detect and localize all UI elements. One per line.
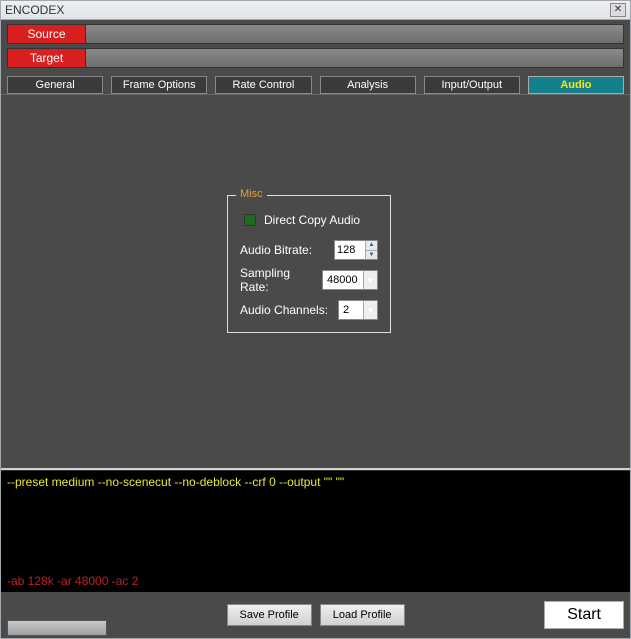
bitrate-row: Audio Bitrate: ▲ ▼	[240, 240, 378, 260]
channels-row: Audio Channels: 2 ▼	[240, 300, 378, 320]
source-row: Source	[7, 24, 624, 44]
tab-analysis[interactable]: Analysis	[320, 76, 416, 94]
direct-copy-label: Direct Copy Audio	[264, 213, 378, 227]
tab-audio[interactable]: Audio	[528, 76, 624, 94]
source-path-field[interactable]	[85, 24, 624, 44]
caret-down-icon[interactable]: ▼	[363, 301, 377, 319]
tab-bar: General Frame Options Rate Control Analy…	[1, 74, 630, 94]
target-button[interactable]: Target	[7, 48, 85, 68]
target-row: Target	[7, 48, 624, 68]
tab-rate-control[interactable]: Rate Control	[215, 76, 311, 94]
caret-down-icon[interactable]: ▼	[363, 271, 377, 289]
commandline-panel: --preset medium --no-scenecut --no-deblo…	[1, 470, 630, 592]
source-button[interactable]: Source	[7, 24, 85, 44]
save-profile-button[interactable]: Save Profile	[226, 604, 311, 626]
sampling-label: Sampling Rate:	[240, 266, 322, 294]
bitrate-spinner[interactable]: ▲ ▼	[365, 241, 377, 259]
footer: Save Profile Load Profile Start	[1, 592, 630, 638]
file-rows: Source Target	[1, 20, 630, 74]
chevron-up-icon[interactable]: ▲	[366, 241, 377, 251]
bitrate-label: Audio Bitrate:	[240, 243, 334, 257]
sampling-value: 48000	[323, 274, 363, 286]
direct-copy-row: Direct Copy Audio	[240, 210, 378, 230]
sampling-select[interactable]: 48000 ▼	[322, 270, 378, 290]
video-cmd-text: --preset medium --no-scenecut --no-deblo…	[7, 475, 624, 489]
tab-frame-options[interactable]: Frame Options	[111, 76, 207, 94]
bitrate-input[interactable]	[335, 241, 365, 259]
tab-input-output[interactable]: Input/Output	[424, 76, 520, 94]
app-body: Source Target General Frame Options Rate…	[0, 20, 631, 639]
content-panel: Misc Direct Copy Audio Audio Bitrate: ▲ …	[1, 94, 630, 470]
start-button[interactable]: Start	[544, 601, 624, 629]
sampling-row: Sampling Rate: 48000 ▼	[240, 270, 378, 290]
window-title: ENCODEX	[5, 3, 610, 17]
channels-select[interactable]: 2 ▼	[338, 300, 378, 320]
channels-value: 2	[339, 304, 363, 316]
channels-label: Audio Channels:	[240, 303, 338, 317]
direct-copy-checkbox[interactable]	[244, 214, 256, 226]
progress-bar	[7, 620, 107, 636]
load-profile-button[interactable]: Load Profile	[320, 604, 405, 626]
audio-cmd-text: -ab 128k -ar 48000 -ac 2	[7, 574, 624, 588]
close-icon[interactable]: ✕	[610, 3, 626, 17]
target-path-field[interactable]	[85, 48, 624, 68]
chevron-down-icon[interactable]: ▼	[366, 251, 377, 260]
bitrate-stepper[interactable]: ▲ ▼	[334, 240, 378, 260]
titlebar: ENCODEX ✕	[0, 0, 631, 20]
misc-group: Misc Direct Copy Audio Audio Bitrate: ▲ …	[227, 195, 391, 333]
tab-general[interactable]: General	[7, 76, 103, 94]
misc-legend: Misc	[236, 188, 267, 200]
